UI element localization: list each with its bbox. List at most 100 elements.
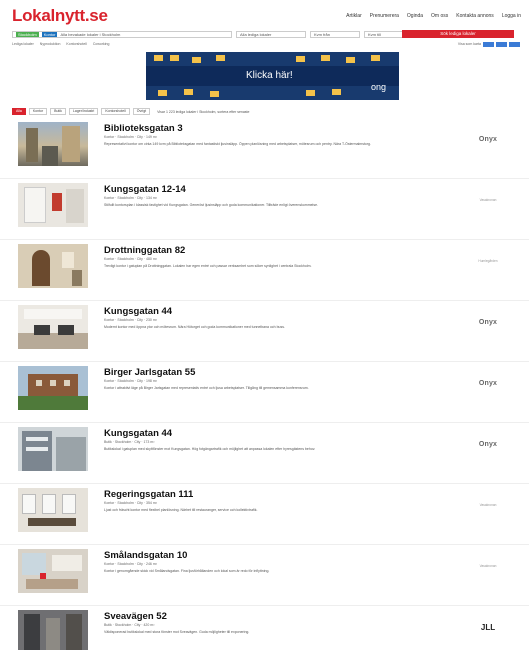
listing-description: Trevligt kontor i gatuplan på Drottningg… — [104, 264, 312, 268]
brand-logo[interactable]: Vasakronan — [468, 557, 508, 575]
brand-logo[interactable]: Humlegården — [468, 252, 508, 270]
view-label: Visa som karta — [457, 42, 481, 46]
listing-photo[interactable] — [18, 427, 88, 471]
category-tabs: Alla Kontor Butik Lager/Industri Kontors… — [12, 108, 249, 115]
listing-photo[interactable] — [18, 122, 88, 166]
listing-photo[interactable] — [18, 366, 88, 410]
listing-meta: Butik · Stockholm · City · 173 m² — [104, 440, 155, 444]
nav-item-help[interactable]: Oginda — [407, 13, 423, 19]
listing-meta: Kontor · Stockholm · City · 149 m² — [104, 135, 157, 139]
listing-title[interactable]: Smålandsgatan 10 — [104, 550, 187, 561]
listing-photo[interactable] — [18, 488, 88, 532]
listing-item[interactable]: Regeringsgatan 111 Kontor · Stockholm · … — [0, 484, 529, 545]
listing-description: Representativt kontor om cirka 149 kvm p… — [104, 142, 371, 146]
tab-shop[interactable]: Butik — [50, 108, 66, 115]
tab-other[interactable]: Övrigt — [132, 108, 151, 115]
listing-meta: Kontor · Stockholm · City · 480 m² — [104, 257, 157, 261]
listing-description: Butikslokal i gatuplan med skyltfönster … — [104, 447, 316, 451]
listing-description: Kontor i genomgående skick vid Smålandsg… — [104, 569, 270, 573]
banner-sub: ong — [371, 82, 387, 92]
listing-title[interactable]: Kungsgatan 44 — [104, 306, 172, 317]
listing-title[interactable]: Sveavägen 52 — [104, 611, 167, 622]
listing-photo[interactable] — [18, 183, 88, 227]
brand-logo[interactable]: Vasakronan — [468, 191, 508, 209]
brand-logo[interactable]: Onyx — [468, 435, 508, 453]
listing-list: Biblioteksgatan 3 Kontor · Stockholm · C… — [0, 118, 529, 650]
listing-title[interactable]: Biblioteksgatan 3 — [104, 123, 183, 134]
listing-title[interactable]: Drottninggatan 82 — [104, 245, 185, 256]
search-tag-type[interactable]: Kontor — [41, 31, 58, 37]
tab-office[interactable]: Kontor — [28, 108, 48, 115]
top-bar: Lokalnytt.se Artiklar Prenumerera Oginda… — [0, 0, 529, 26]
brand-logo[interactable]: Vasakronan — [468, 496, 508, 514]
listing-item[interactable]: Drottninggatan 82 Kontor · Stockholm · C… — [0, 240, 529, 301]
tab-office-hotel[interactable]: Kontorshotell — [101, 108, 130, 115]
listing-meta: Kontor · Stockholm · City · 230 m² — [104, 318, 157, 322]
listing-item[interactable]: Kungsgatan 44 Kontor · Stockholm · City … — [0, 301, 529, 362]
listing-title[interactable]: Kungsgatan 12-14 — [104, 184, 186, 195]
ad-banner[interactable]: Klicka här! ong — [146, 52, 399, 100]
listing-item[interactable]: Birger Jarlsgatan 55 Kontor · Stockholm … — [0, 362, 529, 423]
grid-view-button[interactable] — [509, 41, 520, 47]
listing-title[interactable]: Birger Jarlsgatan 55 — [104, 367, 195, 378]
brand-name: Onyx — [478, 318, 498, 326]
brand-logo[interactable]: Onyx — [468, 374, 508, 392]
listing-meta: Kontor · Stockholm · City · 134 m² — [104, 196, 157, 200]
listing-description: Modernt kontor med öppna ytor och mötesr… — [104, 325, 285, 329]
listing-description: Kontor i attraktivt läge på Birger Jarls… — [104, 386, 309, 390]
listing-item[interactable]: Kungsgatan 44 Butik · Stockholm · City ·… — [0, 423, 529, 484]
brand-name: Vasakronan — [479, 503, 497, 507]
listing-item[interactable]: Sveavägen 52 Butik · Stockholm · City · … — [0, 606, 529, 650]
filter-item[interactable]: Nyproduktion — [40, 42, 61, 46]
search-value: Alla bevakade lokaler i Stockholm — [60, 31, 121, 37]
listing-item[interactable]: Biblioteksgatan 3 Kontor · Stockholm · C… — [0, 118, 529, 179]
nav-item-subscribe[interactable]: Prenumerera — [370, 13, 399, 19]
nav-item-login[interactable]: Logga in — [502, 13, 521, 19]
list-view-button[interactable] — [483, 41, 494, 47]
listing-item[interactable]: Smålandsgatan 10 Kontor · Stockholm · Ci… — [0, 545, 529, 606]
listing-photo[interactable] — [18, 244, 88, 288]
filter-item[interactable]: Coworking — [93, 42, 110, 46]
size-to-select[interactable]: Kvm till — [364, 30, 404, 38]
tab-all[interactable]: Alla — [12, 108, 26, 115]
listing-photo[interactable] — [18, 305, 88, 349]
filter-row: Lediga lokaler Nyproduktion Kontorshotel… — [12, 41, 520, 47]
listing-meta: Kontor · Stockholm · City · 354 m² — [104, 501, 157, 505]
nav-item-articles[interactable]: Artiklar — [346, 13, 362, 19]
search-row: Stockholm Kontor Alla bevakade lokaler i… — [12, 30, 520, 38]
search-input[interactable]: Stockholm Kontor Alla bevakade lokaler i… — [12, 30, 232, 38]
brand-logo[interactable]: Onyx — [468, 313, 508, 331]
listing-meta: Kontor · Stockholm · City · 198 m² — [104, 379, 157, 383]
listing-description: Stilfullt kontorsplan i klassisk fastigh… — [104, 203, 318, 207]
brand-logo[interactable]: Onyx — [468, 130, 508, 148]
top-nav: Artiklar Prenumerera Oginda Om oss Konta… — [346, 13, 521, 19]
search-button[interactable]: Sök lediga lokaler — [402, 30, 514, 38]
brand-name: Vasakronan — [479, 564, 497, 568]
brand-name: Vasakronan — [479, 198, 497, 202]
brand-name: Onyx — [478, 379, 498, 387]
listing-photo[interactable] — [18, 610, 88, 650]
banner-text: Klicka här! — [246, 70, 293, 81]
nav-item-contact[interactable]: Kontakta annons — [456, 13, 494, 19]
listing-meta: Butik · Stockholm · City · 420 m² — [104, 623, 155, 627]
listing-item[interactable]: Kungsgatan 12-14 Kontor · Stockholm · Ci… — [0, 179, 529, 240]
nav-item-about[interactable]: Om oss — [431, 13, 448, 19]
results-info: Visar 1 223 lediga lokaler i Stockholm, … — [157, 109, 250, 114]
brand-logo[interactable]: JLL — [468, 618, 508, 636]
tab-warehouse[interactable]: Lager/Industri — [68, 108, 99, 115]
size-from-select[interactable]: Kvm från — [310, 30, 360, 38]
search-tag-city[interactable]: Stockholm — [16, 31, 39, 37]
brand-name: Humlegården — [478, 259, 498, 263]
type-select[interactable]: Alla lediga lokaler — [236, 30, 306, 38]
listing-photo[interactable] — [18, 549, 88, 593]
listing-title[interactable]: Kungsgatan 44 — [104, 428, 172, 439]
listing-meta: Kontor · Stockholm · City · 246 m² — [104, 562, 157, 566]
brand-name: JLL — [480, 622, 496, 632]
site-logo[interactable]: Lokalnytt.se — [12, 6, 108, 26]
listing-title[interactable]: Regeringsgatan 111 — [104, 489, 193, 500]
brand-name: Onyx — [478, 135, 498, 143]
filter-item[interactable]: Kontorshotell — [66, 42, 86, 46]
brand-name: Onyx — [478, 440, 498, 448]
map-view-button[interactable] — [496, 41, 507, 47]
filter-item[interactable]: Lediga lokaler — [12, 42, 34, 46]
